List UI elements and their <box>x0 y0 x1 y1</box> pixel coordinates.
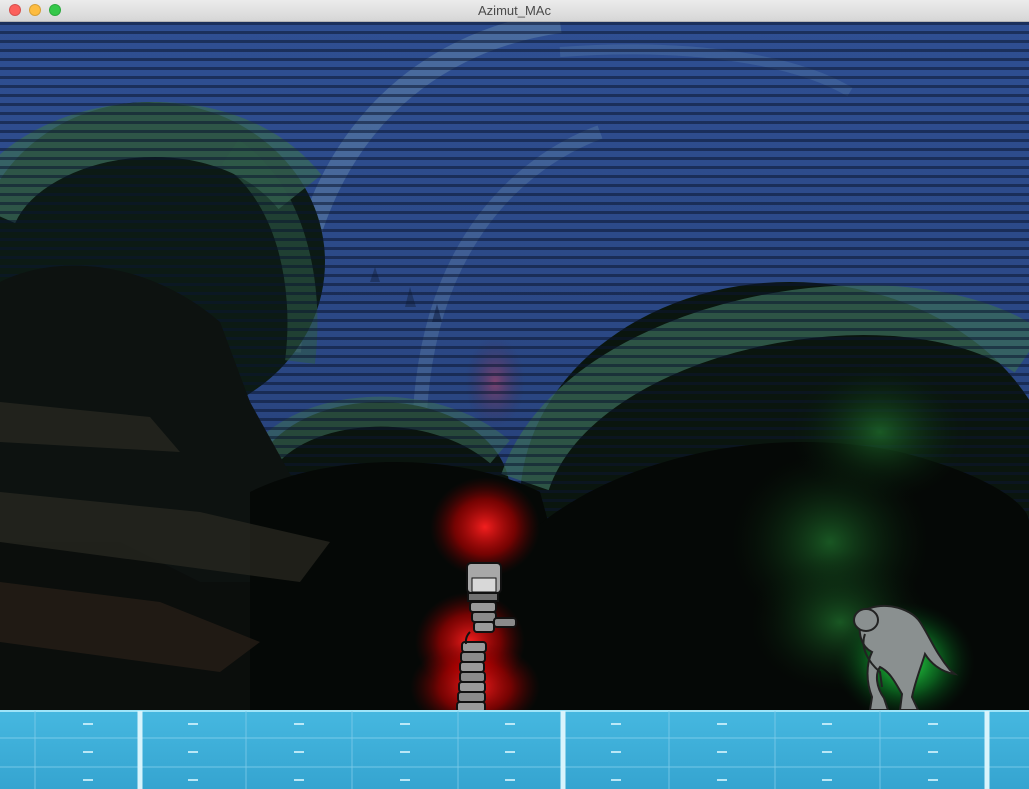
floor-marker <box>83 779 93 781</box>
floor-marker <box>294 779 304 781</box>
floor-marker <box>188 779 198 781</box>
floor-marker <box>822 751 832 753</box>
floor-marker <box>188 751 198 753</box>
floor-marker <box>928 723 938 725</box>
floor-marker <box>717 723 727 725</box>
floor-marker <box>83 723 93 725</box>
floor-marker <box>400 751 410 753</box>
floor-marker <box>400 723 410 725</box>
floor-marker <box>505 723 515 725</box>
window-titlebar: Azimut_MAc <box>0 0 1029 22</box>
floor-marker <box>928 751 938 753</box>
floor-marker <box>400 779 410 781</box>
floor-marker <box>505 779 515 781</box>
game-scene <box>0 22 1029 789</box>
floor-marker <box>505 751 515 753</box>
floor-marker <box>928 779 938 781</box>
floor-marker <box>611 723 621 725</box>
floor-marker <box>717 751 727 753</box>
floor-marker <box>188 723 198 725</box>
floor-marker <box>294 723 304 725</box>
floor-marker <box>822 723 832 725</box>
game-viewport[interactable] <box>0 22 1029 789</box>
game-window: Azimut_MAc <box>0 0 1029 789</box>
floor-marker <box>83 751 93 753</box>
floor-marker <box>717 779 727 781</box>
window-title: Azimut_MAc <box>478 3 551 18</box>
floor-panels <box>0 710 1029 789</box>
floor-marker <box>611 751 621 753</box>
floor-marker <box>822 779 832 781</box>
floor-marker <box>611 779 621 781</box>
floor-marker <box>294 751 304 753</box>
